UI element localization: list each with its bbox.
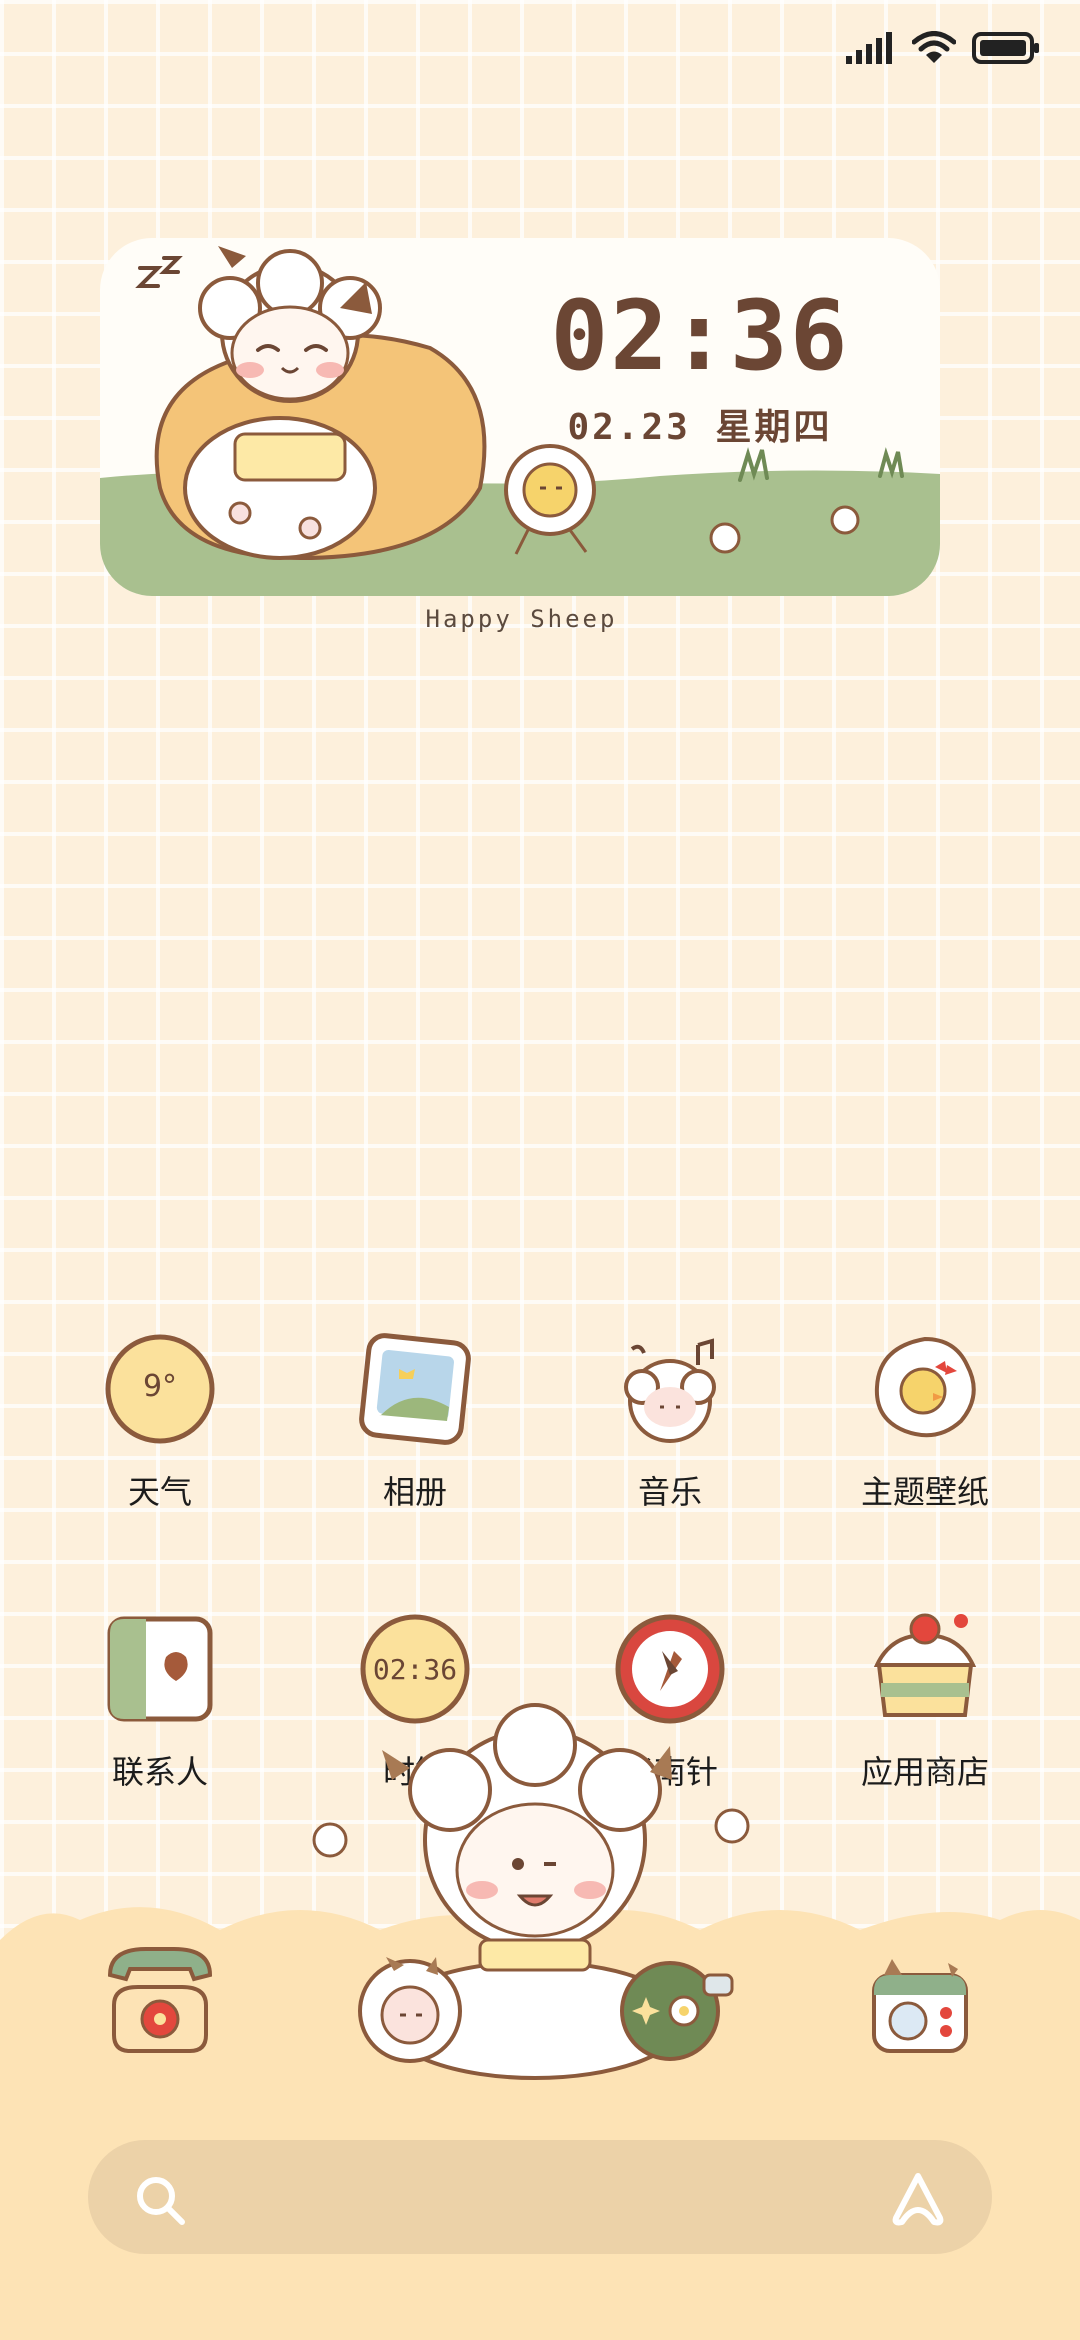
contacts-icon	[96, 1605, 224, 1733]
wifi-icon	[912, 31, 956, 63]
clock-icon-time: 02:36	[372, 1653, 458, 1686]
battery-icon	[972, 32, 1039, 64]
app-label-music: 音乐	[637, 1473, 702, 1511]
music-icon	[606, 1325, 734, 1453]
themes-icon	[861, 1325, 989, 1453]
app-weather[interactable]: 9° 天气	[60, 1325, 260, 1513]
camera-icon	[872, 1959, 968, 2053]
app-label-themes: 主题壁纸	[860, 1473, 989, 1511]
dock-browser[interactable]	[610, 1935, 750, 2075]
app-gallery[interactable]: 相册	[315, 1325, 515, 1513]
widget-date: 02.23 星期四	[567, 407, 833, 448]
app-label-contacts: 联系人	[111, 1753, 208, 1791]
browser-icon	[620, 1961, 734, 2061]
app-music[interactable]: 音乐	[570, 1325, 770, 1513]
dock-phone[interactable]	[90, 1935, 230, 2075]
status-bar	[846, 28, 1040, 68]
signal-icon	[846, 32, 892, 64]
search-icon[interactable]	[132, 2172, 188, 2228]
dock-messages[interactable]	[340, 1935, 480, 2075]
app-label-store: 应用商店	[860, 1753, 989, 1791]
dock-camera[interactable]	[850, 1935, 990, 2075]
app-label-gallery: 相册	[382, 1473, 447, 1511]
app-store-icon	[861, 1605, 989, 1733]
widget-caption: Happy Sheep	[425, 605, 618, 633]
app-label-weather: 天气	[127, 1473, 192, 1511]
phone-icon	[107, 1947, 213, 2053]
weather-temp: 9°	[142, 1369, 178, 1404]
weather-icon: 9°	[96, 1325, 224, 1453]
app-contacts[interactable]: 联系人	[60, 1605, 260, 1793]
messages-icon	[358, 1957, 462, 2063]
assistant-icon[interactable]	[886, 2168, 950, 2228]
widget-time: 02:36	[550, 280, 850, 392]
search-bar[interactable]	[88, 2140, 992, 2254]
gallery-icon	[351, 1325, 479, 1453]
app-store[interactable]: 应用商店	[825, 1605, 1025, 1793]
app-themes[interactable]: 主题壁纸	[825, 1325, 1025, 1513]
